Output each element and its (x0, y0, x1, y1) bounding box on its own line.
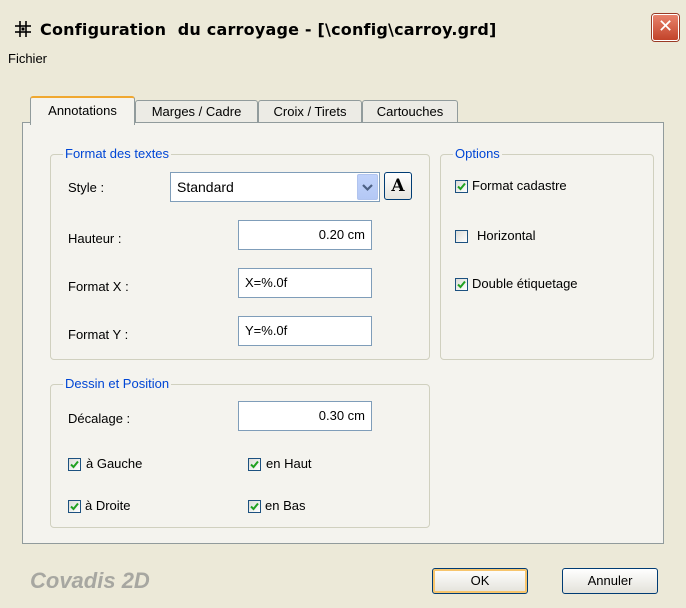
check-icon (248, 500, 261, 513)
tab-croix-tirets[interactable]: Croix / Tirets (258, 100, 362, 123)
cancel-button[interactable]: Annuler (562, 568, 658, 594)
menu-bar: Fichier (0, 44, 686, 74)
close-icon: ✕ (657, 16, 674, 37)
a-droite-label: à Droite (85, 498, 131, 513)
en-bas-checkbox[interactable]: en Bas (248, 498, 388, 516)
ok-button[interactable]: OK (432, 568, 528, 594)
style-select-value: Standard (177, 179, 234, 195)
format-x-label: Format X : (68, 279, 129, 294)
title-bar: Configuration du carroyage - [\config\ca… (0, 0, 686, 44)
format-y-input[interactable]: Y=%.0f (238, 316, 372, 346)
a-gauche-checkbox[interactable]: à Gauche (68, 456, 208, 474)
check-icon (455, 278, 468, 291)
style-select[interactable]: Standard (170, 172, 380, 202)
double-etiquetage-label: Double étiquetage (472, 276, 578, 291)
decalage-input[interactable]: 0.30 cm (238, 401, 372, 431)
check-icon (68, 458, 81, 471)
en-haut-checkbox[interactable]: en Haut (248, 456, 388, 474)
en-haut-label: en Haut (266, 456, 312, 471)
font-button[interactable]: A (384, 172, 412, 200)
a-droite-checkbox[interactable]: à Droite (68, 498, 208, 516)
hauteur-input[interactable]: 0.20 cm (238, 220, 372, 250)
check-icon (248, 458, 261, 471)
check-icon (455, 180, 468, 193)
double-etiquetage-checkbox[interactable]: Double étiquetage (455, 276, 645, 294)
format-y-label: Format Y : (68, 327, 129, 342)
group-title-options: Options (453, 146, 502, 161)
group-title-format-textes: Format des textes (63, 146, 172, 161)
menu-item-fichier[interactable]: Fichier (8, 51, 47, 66)
group-title-dessin-position: Dessin et Position (63, 376, 172, 391)
format-cadastre-label: Format cadastre (472, 178, 567, 193)
tab-cartouches[interactable]: Cartouches (362, 100, 458, 123)
check-icon (68, 500, 81, 513)
checkbox-empty-icon (455, 230, 468, 243)
horizontal-checkbox[interactable]: Horizontal (455, 228, 645, 246)
horizontal-label: Horizontal (477, 228, 536, 243)
chevron-down-icon[interactable] (357, 174, 378, 200)
style-label: Style : (68, 180, 105, 195)
close-button[interactable]: ✕ (652, 14, 679, 41)
window-title: Configuration du carroyage - [\config\ca… (40, 20, 497, 39)
format-x-input[interactable]: X=%.0f (238, 268, 372, 298)
hauteur-label: Hauteur : (68, 231, 122, 246)
tab-marges-cadre[interactable]: Marges / Cadre (135, 100, 258, 123)
en-bas-label: en Bas (265, 498, 306, 513)
grid-icon (14, 20, 32, 38)
a-gauche-label: à Gauche (86, 456, 143, 471)
tab-annotations[interactable]: Annotations (30, 96, 135, 125)
format-cadastre-checkbox[interactable]: Format cadastre (455, 178, 645, 196)
brand-logo: Covadis 2D (30, 568, 150, 593)
decalage-label: Décalage : (68, 411, 131, 426)
